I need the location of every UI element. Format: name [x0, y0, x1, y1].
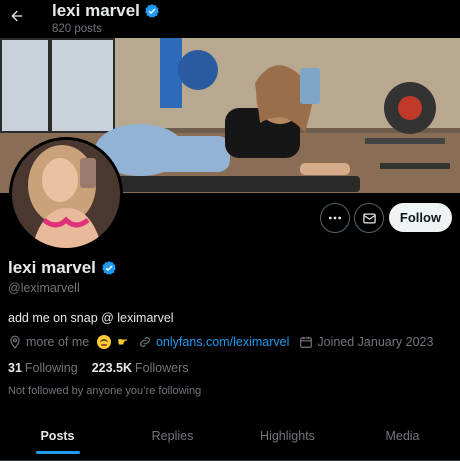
location-item: more of me ☛: [8, 335, 128, 349]
joined-text: Joined January 2023: [317, 335, 434, 349]
location-pin-icon: [10, 335, 20, 349]
more-button[interactable]: [320, 203, 350, 233]
profile-name-row: lexi marvel: [8, 258, 117, 278]
followers-link[interactable]: 223.5K Followers: [92, 361, 189, 375]
joined-item: Joined January 2023: [299, 335, 433, 349]
followers-count: 223.5K: [91, 361, 133, 375]
website-link[interactable]: onlyfans.com/leximarvel: [156, 335, 289, 349]
arrow-left-icon: [11, 10, 23, 22]
following-label: Following: [24, 361, 78, 375]
message-button[interactable]: [354, 203, 384, 233]
following-link[interactable]: 31 Following: [8, 361, 78, 375]
following-count: 31: [8, 361, 22, 375]
profile-meta: more of me ☛ onlyfans.com/leximarvel Joi…: [8, 335, 443, 349]
profile-handle: @leximarvell: [8, 281, 80, 295]
profile-bio: add me on snap @ leximarvel: [8, 311, 174, 325]
tab-highlights[interactable]: Highlights: [230, 412, 345, 460]
tab-media[interactable]: Media: [345, 412, 460, 460]
profile-tabs: Posts Replies Highlights Media: [0, 412, 460, 461]
top-bar: lexi marvel 820 posts: [0, 0, 460, 38]
follow-stats: 31 Following 223.5K Followers: [8, 361, 189, 375]
link-icon: [140, 337, 150, 347]
header-name: lexi marvel: [52, 1, 140, 20]
header-title: lexi marvel 820 posts: [52, 0, 160, 36]
calendar-icon: [300, 336, 313, 348]
mutuals-text: Not followed by anyone you’re following: [8, 385, 202, 397]
tab-replies[interactable]: Replies: [115, 412, 230, 460]
follow-button[interactable]: Follow: [389, 203, 452, 232]
more-icon: [329, 216, 341, 220]
envelope-icon: [362, 213, 376, 223]
verified-badge-icon: [145, 4, 159, 18]
followers-label: Followers: [135, 361, 189, 375]
location-text: more of me: [26, 335, 90, 349]
post-count: 820 posts: [52, 23, 102, 35]
smiling-face-emoji: [97, 335, 112, 349]
website-item[interactable]: onlyfans.com/leximarvel: [138, 335, 289, 349]
avatar[interactable]: [9, 137, 123, 251]
tab-posts[interactable]: Posts: [0, 412, 115, 460]
verified-badge-icon[interactable]: [101, 260, 117, 276]
back-button[interactable]: [6, 5, 28, 27]
profile-name: lexi marvel: [8, 258, 96, 277]
pointing-hand-emoji: ☛: [117, 335, 128, 349]
